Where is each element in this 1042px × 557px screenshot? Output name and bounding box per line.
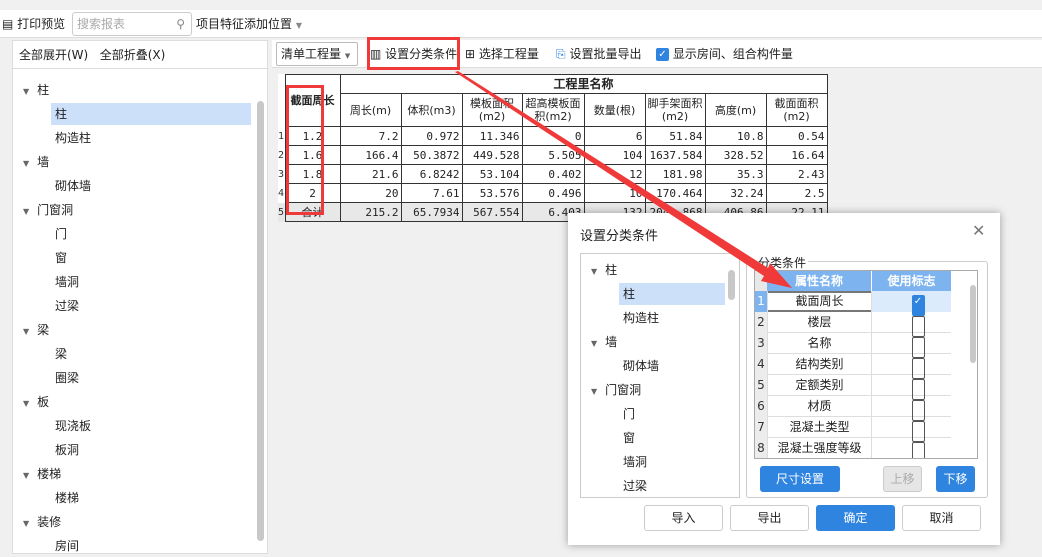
annotation-arrow <box>455 71 792 288</box>
